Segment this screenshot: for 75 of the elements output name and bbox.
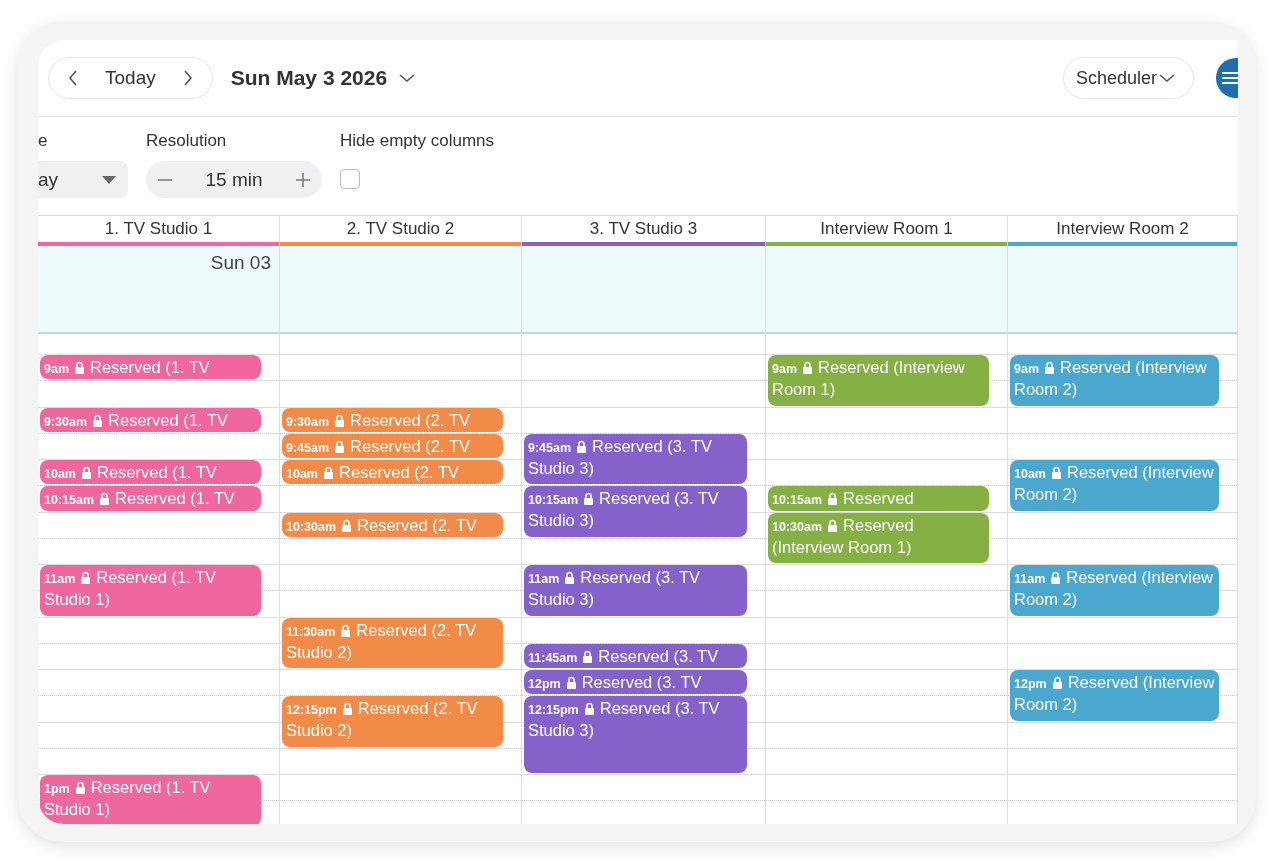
chevron-left-icon xyxy=(68,70,78,86)
event-block[interactable]: 11am Reserved (3. TV Studio 3) xyxy=(524,565,747,616)
lock-icon xyxy=(564,571,576,584)
event-block[interactable]: 12pm Reserved (3. TV xyxy=(524,670,747,695)
event-block[interactable]: 12:15pm Reserved (2. TV Studio 2) xyxy=(282,696,503,747)
date-picker[interactable]: Sun May 3 2026 xyxy=(230,66,416,90)
view-label: Scheduler xyxy=(1075,67,1157,89)
chevron-down-icon xyxy=(399,73,416,83)
column-header: Interview Room 2 xyxy=(1055,218,1190,240)
lock-icon xyxy=(334,439,346,453)
lock-icon xyxy=(583,702,595,716)
lock-icon xyxy=(827,518,839,532)
column-header: 3. TV Studio 3 xyxy=(588,218,699,240)
event-block[interactable]: 12pm Reserved (Interview Room 2) xyxy=(1010,670,1219,721)
event-block[interactable]: 12:15pm Reserved (3. TV Studio 3) xyxy=(524,696,747,773)
lock-icon xyxy=(576,439,588,453)
event-block[interactable]: 9:30am Reserved (2. TV xyxy=(282,407,503,432)
event-block[interactable]: 10:15am Reserved (3. TV Studio 3) xyxy=(524,486,747,537)
lock-icon xyxy=(827,492,839,506)
lock-icon xyxy=(74,781,86,794)
minus-icon[interactable] xyxy=(158,178,172,181)
lock-icon xyxy=(323,466,334,479)
event-block[interactable]: 9am Reserved (Interview Room 1) xyxy=(768,355,989,406)
event-block[interactable]: 10:30am Reserved (2. TV xyxy=(282,512,503,537)
date-title: Sun May 3 2026 xyxy=(230,66,388,90)
day-label: Sun 03 xyxy=(210,252,271,274)
lock-icon xyxy=(1044,361,1056,374)
select-value: ay xyxy=(38,168,59,191)
event-block[interactable]: 9:30am Reserved (1. TV xyxy=(40,407,261,432)
column-header: 1. TV Studio 1 xyxy=(103,218,214,240)
lock-icon xyxy=(341,702,353,716)
menu-icon xyxy=(1222,71,1238,85)
lock-icon xyxy=(802,361,814,374)
event-block[interactable]: 10:15am Reserved xyxy=(768,486,989,511)
lock-icon xyxy=(341,518,353,532)
event-block[interactable]: 1pm Reserved (1. TV Studio 1) xyxy=(40,775,261,824)
column-header: Interview Room 1 xyxy=(819,218,954,240)
lock-icon xyxy=(1050,571,1062,584)
view-select[interactable]: ay xyxy=(38,161,128,198)
lock-icon xyxy=(74,361,86,374)
lock-icon xyxy=(81,466,92,479)
resolution-stepper[interactable]: 15 min xyxy=(146,161,322,198)
dropdown-triangle-icon xyxy=(102,175,116,184)
event-block[interactable]: 9am Reserved (1. TV xyxy=(40,355,261,380)
lock-icon xyxy=(1051,466,1062,479)
chevron-right-icon xyxy=(182,70,193,86)
lock-icon xyxy=(92,413,104,427)
chevron-down-icon xyxy=(1159,73,1175,83)
event-block[interactable]: 11am Reserved (1. TV Studio 1) xyxy=(40,565,261,616)
filter-label: Hide empty columns xyxy=(340,131,494,151)
event-block[interactable]: 10am Reserved (Interview Room 2) xyxy=(1010,460,1219,511)
event-block[interactable]: 9:45am Reserved (3. TV Studio 3) xyxy=(524,433,747,485)
lock-icon xyxy=(583,492,595,506)
event-block[interactable]: 10am Reserved (1. TV xyxy=(40,460,261,485)
event-block[interactable]: 9am Reserved (Interview Room 2) xyxy=(1010,355,1219,406)
lock-icon xyxy=(1051,676,1063,689)
plus-icon[interactable] xyxy=(296,172,310,187)
stepper-value: 15 min xyxy=(205,168,263,191)
column-header: 2. TV Studio 2 xyxy=(345,218,456,240)
filter-label: Resolution xyxy=(146,131,228,151)
lock-icon xyxy=(565,676,577,689)
checkbox[interactable] xyxy=(340,169,360,189)
event-block[interactable]: 10:15am Reserved (1. TV xyxy=(40,486,261,511)
lock-icon xyxy=(99,492,111,506)
lock-icon xyxy=(582,649,594,663)
event-block[interactable]: 11am Reserved (Interview Room 2) xyxy=(1010,565,1219,616)
lock-icon xyxy=(334,413,346,427)
event-block[interactable]: 11:30am Reserved (2. TV Studio 2) xyxy=(282,617,503,668)
filter-label: e xyxy=(38,131,49,151)
event-block[interactable]: 11:45am Reserved (3. TV xyxy=(524,643,747,668)
event-block[interactable]: 10am Reserved (2. TV xyxy=(282,460,503,485)
lock-icon xyxy=(340,623,352,637)
event-block[interactable]: 9:45am Reserved (2. TV xyxy=(282,433,503,458)
lock-icon xyxy=(80,571,92,584)
event-block[interactable]: 10:30am Reserved (Interview Room 1) xyxy=(768,512,989,563)
